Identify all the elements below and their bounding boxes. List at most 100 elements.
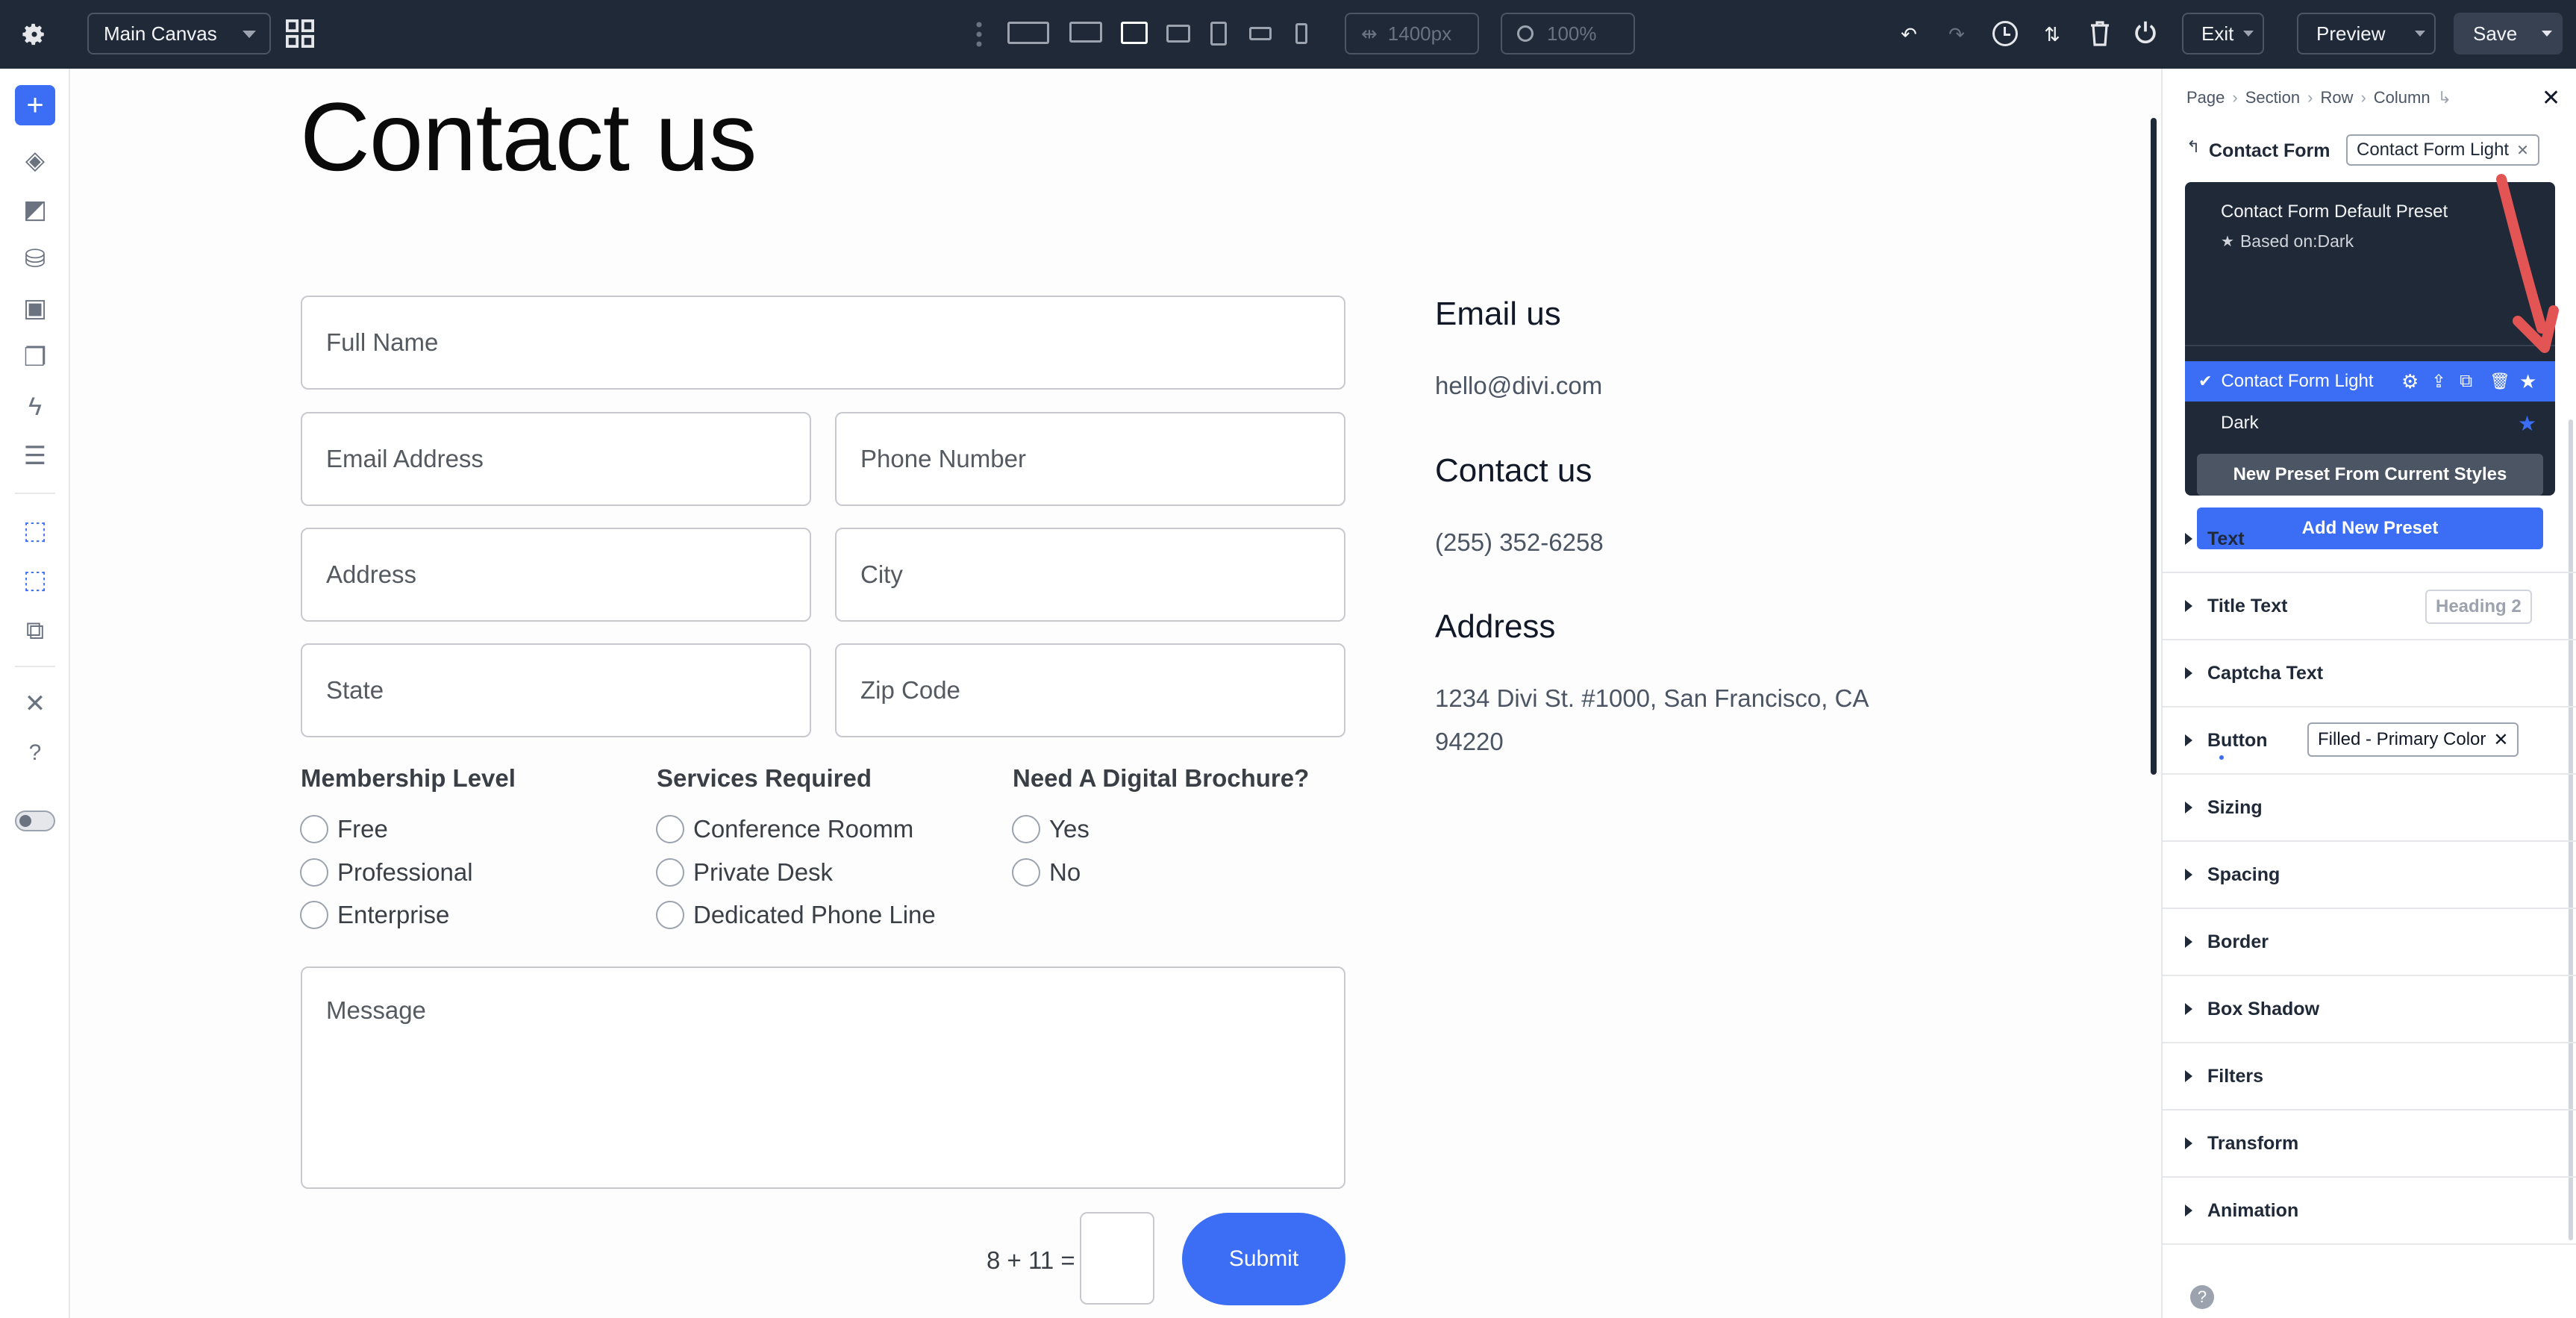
canvas-select[interactable]: Main Canvas [87, 13, 271, 54]
breadcrumb-separator: › [2307, 88, 2313, 107]
zoom-input[interactable]: 100% [1501, 13, 1635, 54]
message-field[interactable]: Message [301, 966, 1345, 1189]
dark-preset-row[interactable]: Dark ★ [2185, 405, 2555, 442]
database-icon[interactable]: ⛁ [13, 237, 57, 281]
template-icon[interactable]: ⧉ [13, 609, 57, 652]
preset-settings-icon[interactable]: ⚙ [2401, 370, 2419, 393]
pages-icon[interactable]: ❐ [13, 336, 57, 379]
breadcrumb-section[interactable]: Section [2245, 88, 2300, 107]
state-field[interactable]: State [301, 643, 811, 737]
section-box-shadow[interactable]: Box Shadow [2161, 976, 2576, 1043]
services-option[interactable]: Dedicated Phone Line [656, 901, 936, 929]
radio-circle [300, 858, 328, 887]
panel-help-icon[interactable]: ? [2190, 1285, 2214, 1309]
trash-icon[interactable] [2089, 21, 2110, 46]
membership-option-label: Enterprise [337, 901, 450, 928]
layers-icon[interactable]: ◈ [13, 139, 57, 182]
multi-select-icon[interactable]: ⬚ [13, 558, 57, 602]
brochure-option[interactable]: No [1012, 858, 1081, 887]
more-vertical-icon[interactable] [976, 21, 982, 48]
breadcrumb-column[interactable]: Column [2374, 88, 2430, 107]
section-filters[interactable]: Filters [2161, 1043, 2576, 1111]
add-element-button[interactable]: + [15, 85, 55, 125]
preset-export-icon[interactable]: ⇪ [2431, 371, 2446, 393]
breadcrumb-page[interactable]: Page [2186, 88, 2225, 107]
services-option-label: Conference Roomm [693, 815, 914, 843]
exit-button[interactable]: Exit [2182, 13, 2264, 54]
settings-gear-icon[interactable] [16, 16, 52, 52]
address-field[interactable]: Address [301, 528, 811, 622]
section-transform[interactable]: Transform [2161, 1111, 2576, 1178]
phone-landscape-icon[interactable] [1249, 27, 1272, 40]
section-animation[interactable]: Animation [2161, 1178, 2576, 1245]
tablet-icon[interactable] [1210, 22, 1227, 46]
lightning-icon[interactable]: ϟ [13, 385, 57, 428]
laptop-icon-active[interactable] [1121, 22, 1148, 44]
canvas-scrollbar[interactable] [2151, 118, 2157, 775]
full-name-field[interactable]: Full Name [301, 296, 1345, 390]
selected-preset-row[interactable]: ✔ Contact Form Light ⚙ ⇪ ⧉ 🗑 ★ [2185, 361, 2555, 402]
dark-default-star-icon[interactable]: ★ [2518, 411, 2536, 436]
preset-chip[interactable]: Contact Form Light ✕ [2346, 134, 2539, 166]
sort-arrows-icon[interactable]: ⇅ [2037, 16, 2067, 52]
brochure-option-label: No [1049, 858, 1081, 886]
phone-icon[interactable] [1295, 23, 1307, 44]
back-arrow-icon[interactable]: ↰ [2186, 137, 2200, 157]
email-field[interactable]: Email Address [301, 412, 811, 506]
save-button[interactable]: Save [2454, 13, 2563, 54]
preview-button[interactable]: Preview [2297, 13, 2436, 54]
canvas-width-input[interactable]: ⇹ 1400px [1345, 13, 1479, 54]
section-title-text[interactable]: Title Text Heading 2 [2161, 573, 2576, 640]
zip-field[interactable]: Zip Code [835, 643, 1345, 737]
button-preset-chip[interactable]: Filled - Primary Color ✕ [2307, 722, 2519, 757]
list-icon[interactable]: ☰ [13, 434, 57, 478]
desktop-wide-icon[interactable] [1007, 22, 1049, 44]
section-captcha-text[interactable]: Captcha Text [2161, 640, 2576, 708]
submit-label: Submit [1228, 1246, 1299, 1271]
section-border[interactable]: Border [2161, 909, 2576, 976]
membership-option[interactable]: Professional [300, 858, 473, 887]
based-on-label: Based on:Dark [2239, 231, 2354, 251]
services-option[interactable]: Conference Roomm [656, 815, 913, 843]
redo-icon[interactable]: ↷ [1940, 16, 1973, 52]
membership-option[interactable]: Enterprise [300, 901, 449, 929]
design-library-icon[interactable]: ◩ [13, 188, 57, 231]
email-value: hello@divi.com [1435, 372, 1603, 399]
select-module-icon[interactable]: ⬚ [13, 509, 57, 552]
section-sizing[interactable]: Sizing [2161, 775, 2576, 842]
phone-field[interactable]: Phone Number [835, 412, 1345, 506]
title-text-chip-label: Heading 2 [2436, 596, 2522, 616]
preset-duplicate-icon[interactable]: ⧉ [2460, 371, 2472, 392]
section-spacing[interactable]: Spacing [2161, 842, 2576, 909]
undo-icon[interactable]: ↶ [1892, 16, 1925, 52]
tools-icon[interactable]: ✕ [13, 682, 57, 725]
title-text-chip[interactable]: Heading 2 [2425, 590, 2532, 624]
section-button[interactable]: Button Filled - Primary Color ✕ [2161, 708, 2576, 775]
zoom-search-icon [1517, 25, 1534, 42]
preset-delete-icon[interactable]: 🗑 [2489, 372, 2510, 391]
brochure-option[interactable]: Yes [1012, 815, 1090, 843]
new-preset-from-styles-button[interactable]: New Preset From Current Styles [2197, 454, 2543, 496]
expand-triangle-icon [2185, 1070, 2192, 1082]
power-icon[interactable] [2133, 20, 2158, 46]
preset-default-star-icon[interactable]: ★ [2519, 370, 2536, 393]
section-text[interactable]: Text [2161, 506, 2576, 573]
section-captcha-text-label: Captcha Text [2207, 662, 2324, 684]
layout-icon[interactable]: ▣ [13, 287, 57, 330]
city-field[interactable]: City [835, 528, 1345, 622]
close-icon[interactable]: ✕ [2542, 85, 2560, 111]
submit-button[interactable]: Submit [1182, 1213, 1345, 1305]
preset-chip-close-icon[interactable]: ✕ [2516, 141, 2529, 160]
theme-toggle[interactable] [15, 811, 55, 831]
membership-option[interactable]: Free [300, 815, 388, 843]
tablet-landscape-icon[interactable] [1166, 25, 1190, 43]
grid-view-icon[interactable] [286, 19, 314, 48]
captcha-input[interactable] [1080, 1212, 1154, 1305]
button-chip-close-icon[interactable]: ✕ [2493, 729, 2508, 751]
history-clock-icon[interactable] [1992, 21, 2018, 46]
desktop-icon[interactable] [1069, 22, 1102, 43]
services-option[interactable]: Private Desk [656, 858, 833, 887]
breadcrumb-row[interactable]: Row [2320, 88, 2353, 107]
help-icon[interactable]: ? [13, 731, 57, 775]
save-dropdown-chevron-icon [2542, 31, 2552, 37]
